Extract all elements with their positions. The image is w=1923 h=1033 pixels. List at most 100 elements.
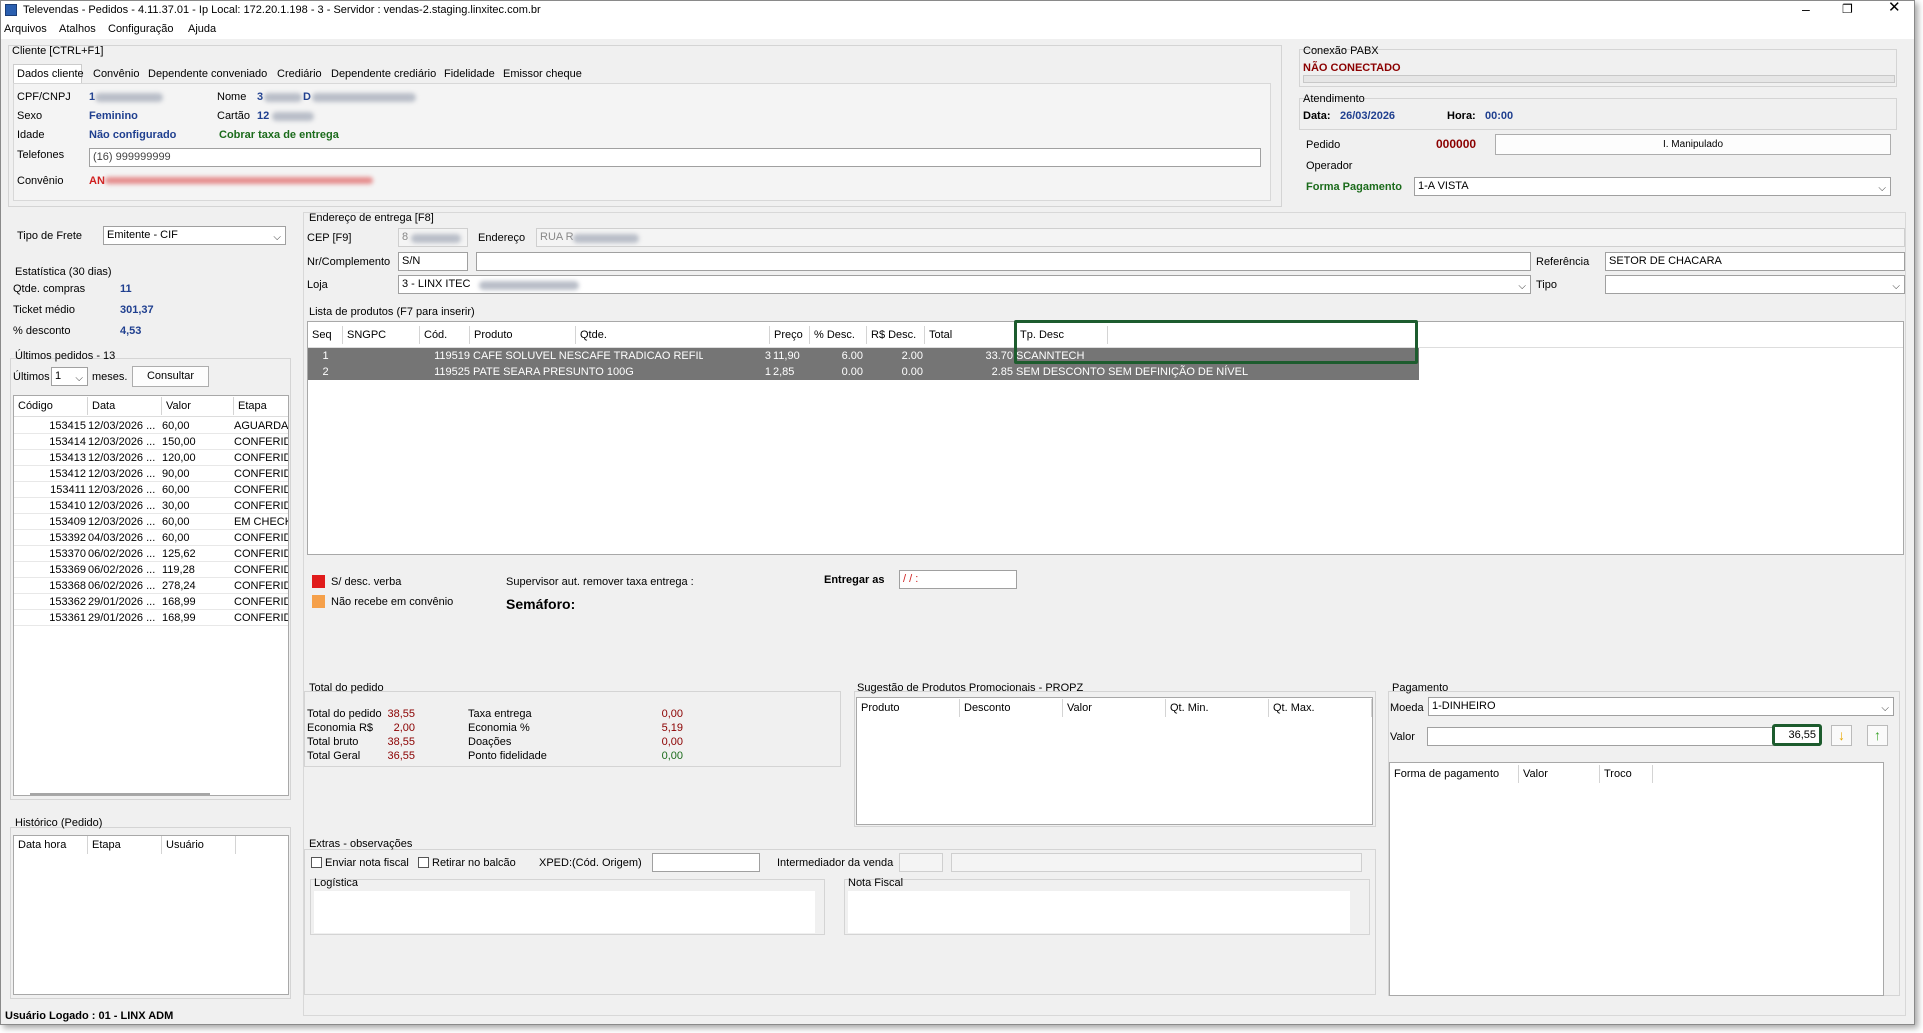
col-produto[interactable]: Produto xyxy=(470,326,576,344)
desconto-label: % desconto xyxy=(13,325,71,337)
table-row[interactable]: 153415 12/03/2026 ... 60,00 AGUARDA xyxy=(14,418,288,434)
tab-dados-cliente[interactable]: Dados cliente xyxy=(13,64,84,84)
table-row[interactable]: 153409 12/03/2026 ... 60,00 EM CHECK xyxy=(14,514,288,530)
pagamento-table[interactable]: Forma de pagamento Valor Troco xyxy=(1389,762,1884,996)
col-total[interactable]: Total xyxy=(925,326,1016,344)
cell-data: 12/03/2026 ... xyxy=(88,484,156,496)
tab-dependente-conveniado[interactable]: Dependente conveniado xyxy=(148,67,267,81)
col-rdesc[interactable]: R$ Desc. xyxy=(867,326,925,344)
close-icon[interactable]: ✕ xyxy=(1888,1,1901,15)
col-valor[interactable]: Valor xyxy=(1063,699,1166,717)
table-row[interactable]: 153411 12/03/2026 ... 60,00 CONFERID xyxy=(14,482,289,498)
table-row[interactable]: 153392 04/03/2026 ... 60,00 CONFERID xyxy=(14,530,288,546)
minimize-icon[interactable]: – xyxy=(1802,2,1810,16)
col-troco[interactable]: Troco xyxy=(1600,765,1653,783)
complemento-input[interactable] xyxy=(476,252,1531,271)
arrow-up-icon[interactable]: ↑ xyxy=(1867,725,1888,746)
ultimos-pedidos-table[interactable]: Código Data Valor Etapa 153415 12/03/2026… xyxy=(13,395,289,796)
idade-label: Idade xyxy=(17,129,45,141)
product-row[interactable]: 2 119525 PATE SEARA PRESUNTO 100G 1 2,85 0.00… xyxy=(308,364,1419,380)
entregar-as-input[interactable]: / / : xyxy=(899,570,1017,589)
table-row[interactable]: 153361 29/01/2026 ... 168,99 CONFERID xyxy=(14,610,288,626)
tab-dependente-crediario[interactable]: Dependente crediário xyxy=(331,67,436,81)
table-row[interactable]: 153369 06/02/2026 ... 119,28 CONFERID xyxy=(14,562,288,578)
col-forma-pagamento[interactable]: Forma de pagamento xyxy=(1390,765,1519,783)
nr-complemento-input[interactable]: S/N xyxy=(398,252,468,271)
sugestao-table[interactable]: Produto Desconto Valor Qt. Min. Qt. Max. xyxy=(856,697,1373,825)
col-etapa[interactable]: Etapa xyxy=(234,397,288,415)
tab-emissor-cheque[interactable]: Emissor cheque xyxy=(503,67,582,81)
menu-atalhos[interactable]: Atalhos xyxy=(59,22,96,36)
col-produto[interactable]: Produto xyxy=(857,699,960,717)
col-sngpc[interactable]: SNGPC xyxy=(343,326,420,344)
table-row[interactable]: 153370 06/02/2026 ... 125,62 CONFERID xyxy=(14,546,288,562)
loja-select[interactable]: 3 - LINX ITEC ⌵ xyxy=(398,275,1531,294)
horizontal-scrollbar[interactable] xyxy=(30,793,210,795)
moeda-select[interactable]: 1-DINHEIRO ⌵ xyxy=(1428,697,1894,716)
col-desconto[interactable]: Desconto xyxy=(960,699,1063,717)
total-value: 0,00 xyxy=(661,708,683,720)
col-valor[interactable]: Valor xyxy=(1519,765,1600,783)
col-cd[interactable]: Cód. xyxy=(420,326,470,344)
manipulado-button[interactable]: I. Manipulado xyxy=(1495,134,1891,155)
table-row[interactable]: 153362 29/01/2026 ... 168,99 CONFERID xyxy=(14,594,288,610)
col-seq[interactable]: Seq xyxy=(308,326,343,344)
endereco-input[interactable]: RUA R xyxy=(536,228,1905,247)
col-data[interactable]: Data xyxy=(88,397,162,415)
table-row[interactable]: 153412 12/03/2026 ... 90,00 CONFERID xyxy=(14,466,288,482)
valor-input-container[interactable] xyxy=(1427,727,1820,746)
tab-fidelidade[interactable]: Fidelidade xyxy=(444,67,495,81)
chevron-down-icon: ⌵ xyxy=(1878,183,1886,194)
valor-input[interactable]: 36,55 xyxy=(1772,724,1822,746)
cell-etapa: CONFERID xyxy=(234,580,289,592)
col-etapa[interactable]: Etapa xyxy=(88,836,162,854)
chevron-down-icon: ⌵ xyxy=(273,232,281,243)
ultimos-meses-select[interactable]: 1 ⌵ xyxy=(51,367,88,386)
col-qt-min[interactable]: Qt. Min. xyxy=(1166,699,1269,717)
moeda-label: Moeda xyxy=(1390,702,1424,714)
tipo-select[interactable]: ⌵ xyxy=(1605,275,1905,294)
menu-ajuda[interactable]: Ajuda xyxy=(188,22,216,36)
intermediador-name-input[interactable] xyxy=(951,853,1362,872)
col-preo[interactable]: Preço xyxy=(770,326,810,344)
table-row[interactable]: 153368 06/02/2026 ... 278,24 CONFERID xyxy=(14,578,289,594)
hora-value: 00:00 xyxy=(1485,110,1514,122)
hora-label: Hora: xyxy=(1447,110,1476,122)
verba-color-swatch xyxy=(312,575,325,588)
tab-crediario[interactable]: Crediário xyxy=(277,67,322,81)
telefones-input[interactable]: (16) 999999999 xyxy=(89,148,1261,167)
cpf-redaction xyxy=(95,93,163,102)
table-row[interactable]: 153414 12/03/2026 ... 150,00 CONFERID xyxy=(14,434,288,450)
arrow-down-icon[interactable]: ↓ xyxy=(1831,725,1852,746)
menu-arquivos[interactable]: Arquivos xyxy=(4,22,47,36)
col-qt-max[interactable]: Qt. Max. xyxy=(1269,699,1372,717)
tab-convenio[interactable]: Convênio xyxy=(93,67,139,81)
col-valor[interactable]: Valor xyxy=(162,397,234,415)
tipo-frete-select[interactable]: Emitente - CIF ⌵ xyxy=(103,226,286,245)
cell-etapa: CONFERID xyxy=(234,452,289,464)
cell-cdigo: 153411 xyxy=(50,484,86,496)
retirar-balcao-checkbox[interactable]: Retirar no balcão xyxy=(418,856,516,870)
menu-configuracao[interactable]: Configuração xyxy=(108,22,173,36)
cep-input[interactable]: 8 xyxy=(398,228,468,247)
col-desc[interactable]: % Desc. xyxy=(810,326,867,344)
nota-fiscal-textarea[interactable] xyxy=(848,891,1350,933)
cell-total: 2.85 xyxy=(991,366,1013,378)
col-codigo[interactable]: Código xyxy=(14,397,88,415)
historico-table[interactable]: Data hora Etapa Usuário xyxy=(13,835,289,995)
table-row[interactable]: 153413 12/03/2026 ... 120,00 CONFERID xyxy=(14,450,289,466)
forma-pagamento-select[interactable]: 1-A VISTA ⌵ xyxy=(1414,177,1891,196)
col-usuario[interactable]: Usuário xyxy=(162,836,236,854)
consultar-button[interactable]: Consultar xyxy=(132,366,209,387)
col-qtde[interactable]: Qtde. xyxy=(576,326,770,344)
enviar-nota-checkbox[interactable]: Enviar nota fiscal xyxy=(311,856,409,870)
referencia-input[interactable]: SETOR DE CHACARA xyxy=(1605,252,1905,271)
col-data-hora[interactable]: Data hora xyxy=(14,836,88,854)
logistica-textarea[interactable] xyxy=(314,891,815,933)
cell-cd: 119519 xyxy=(434,350,470,362)
cell-etapa: CONFERID xyxy=(234,484,289,496)
intermediador-code-input[interactable] xyxy=(899,853,943,872)
xped-input[interactable] xyxy=(652,853,760,872)
table-row[interactable]: 153410 12/03/2026 ... 30,00 CONFERID xyxy=(14,498,288,514)
maximize-icon[interactable]: ❐ xyxy=(1842,2,1853,16)
